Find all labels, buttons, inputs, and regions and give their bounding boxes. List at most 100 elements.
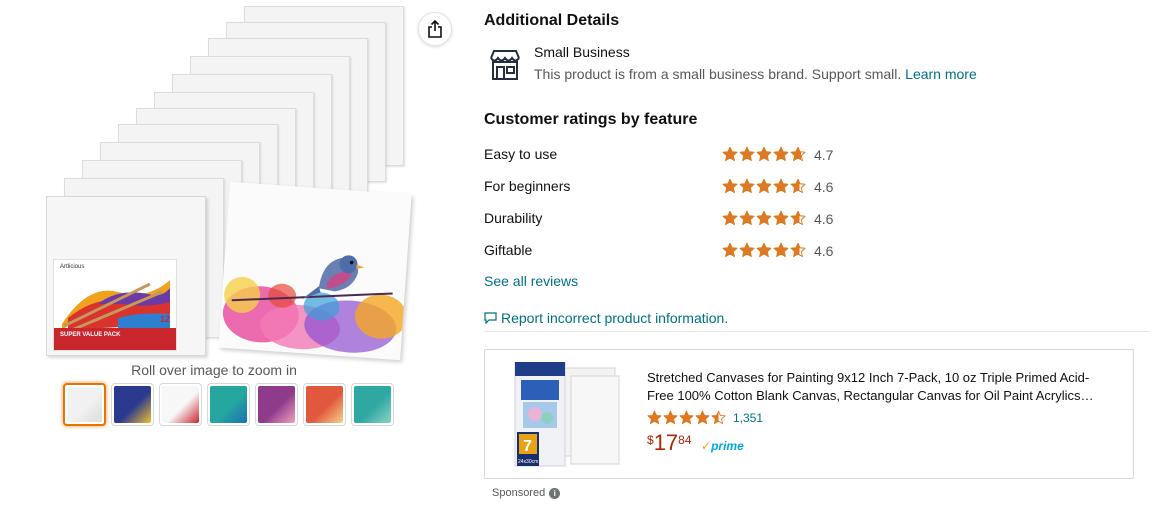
star-icon (773, 146, 789, 162)
sponsored-product-image[interactable]: 7 24x30cm (513, 362, 623, 468)
thumb-artists[interactable] (351, 383, 394, 426)
additional-details-heading: Additional Details (484, 12, 620, 29)
rating-row: Durability 4.6 (484, 210, 884, 230)
star-icon (711, 410, 726, 425)
thumb-main[interactable] (63, 383, 106, 426)
sponsored-text: Sponsored (492, 487, 546, 499)
sponsored-price: $ 17 84 (647, 430, 692, 456)
sponsored-product-card[interactable]: 7 24x30cm Stretched Canvases for Paintin… (484, 349, 1134, 479)
star-icon (790, 242, 806, 258)
prime-badge: ✓prime (701, 439, 744, 453)
star-icon (756, 242, 772, 258)
star-icon (756, 210, 772, 226)
star-icon (722, 146, 738, 162)
share-button[interactable] (418, 12, 452, 46)
thumb-classes[interactable] (255, 383, 298, 426)
rating-feature-label: For beginners (484, 178, 571, 194)
sponsored-rating[interactable]: 1,351 (647, 410, 763, 425)
small-business-description: This product is from a small business br… (534, 66, 902, 82)
rating-row: Easy to use 4.7 (484, 146, 884, 166)
star-icon (773, 210, 789, 226)
label-brand: Artlicious (60, 264, 85, 270)
share-icon (428, 20, 442, 38)
comment-icon (484, 312, 497, 324)
paint-brush-illustration (62, 280, 170, 330)
package-count-text: 7 (523, 438, 532, 455)
star-icon (790, 146, 806, 162)
label-band-text: SUPER VALUE PACK (60, 332, 121, 338)
rating-feature-label: Giftable (484, 242, 533, 258)
star-icon (773, 242, 789, 258)
price-whole: 17 (653, 430, 679, 455)
learn-more-link[interactable]: Learn more (905, 66, 977, 82)
sponsored-label[interactable]: Sponsored i (492, 487, 561, 499)
product-label-card: Artlicious 12 SUPER VALUE PACK (53, 259, 177, 351)
bird-painting-illustration (218, 181, 412, 361)
star-icon (739, 178, 755, 194)
small-business-title: Small Business (534, 44, 630, 60)
rating-stars (722, 242, 807, 258)
thumbnail-image (210, 386, 247, 423)
rating-value: 4.7 (814, 147, 834, 163)
sponsored-stars (647, 410, 727, 425)
info-icon[interactable]: i (549, 487, 561, 499)
thumbnail-image (306, 386, 343, 423)
rating-stars (722, 210, 807, 226)
thumbnail-image (162, 386, 199, 423)
painted-canvas-bird (218, 181, 412, 361)
star-icon (790, 210, 806, 226)
thumbnail-image (354, 386, 391, 423)
label-red-band: SUPER VALUE PACK (54, 328, 176, 350)
star-icon (739, 146, 755, 162)
label-count: 12 (159, 314, 170, 324)
price-fraction: 84 (678, 433, 692, 447)
report-incorrect-info[interactable]: Report incorrect product information. (484, 310, 728, 326)
canvas-stack-image: Artlicious 12 SUPER VALUE PACK (46, 4, 412, 361)
price-currency: $ (647, 433, 654, 447)
rating-feature-label: Easy to use (484, 146, 558, 162)
rating-stars (722, 146, 807, 162)
rating-row: Giftable 4.6 (484, 242, 884, 262)
thumbnail-image (67, 387, 102, 422)
thumbnail-image (258, 386, 295, 423)
star-icon (756, 178, 772, 194)
canvas-front: Artlicious 12 SUPER VALUE PACK (46, 196, 206, 356)
rating-value: 4.6 (814, 211, 834, 227)
thumb-masterpiece[interactable] (111, 383, 154, 426)
thumbnail-strip (63, 383, 394, 426)
star-icon (722, 242, 738, 258)
star-icon (722, 210, 738, 226)
star-icon (773, 178, 789, 194)
star-icon (679, 410, 694, 425)
section-divider (484, 331, 1150, 332)
report-link[interactable]: Report incorrect product information. (501, 310, 728, 326)
ratings-heading: Customer ratings by feature (484, 111, 698, 128)
star-icon (739, 210, 755, 226)
star-icon (722, 178, 738, 194)
image-gallery: Artlicious 12 SUPER VALUE PACK Roll over… (40, 0, 452, 440)
prime-label: prime (711, 439, 744, 453)
prime-check-icon: ✓ (701, 439, 712, 453)
see-all-reviews-link[interactable]: See all reviews (484, 273, 578, 289)
thumb-paint-types[interactable] (207, 383, 250, 426)
rating-stars (722, 178, 807, 194)
star-icon (756, 146, 772, 162)
star-icon (695, 410, 710, 425)
sponsored-review-count[interactable]: 1,351 (733, 411, 763, 425)
star-icon (663, 410, 678, 425)
thumb-triple-primed[interactable] (159, 383, 202, 426)
package-size-text: 24x30cm (518, 459, 538, 465)
small-business-text: This product is from a small business br… (534, 66, 977, 82)
thumb-high-quality[interactable] (303, 383, 346, 426)
sponsored-product-title[interactable]: Stretched Canvases for Painting 9x12 Inc… (647, 369, 1107, 405)
zoom-hint: Roll over image to zoom in (131, 362, 297, 378)
star-icon (647, 410, 662, 425)
rating-row: For beginners 4.6 (484, 178, 884, 198)
star-icon (790, 178, 806, 194)
rating-value: 4.6 (814, 243, 834, 259)
rating-value: 4.6 (814, 179, 834, 195)
rating-feature-label: Durability (484, 210, 543, 226)
star-icon (739, 242, 755, 258)
thumbnail-image (114, 386, 151, 423)
main-product-image[interactable]: Artlicious 12 SUPER VALUE PACK (40, 0, 420, 361)
